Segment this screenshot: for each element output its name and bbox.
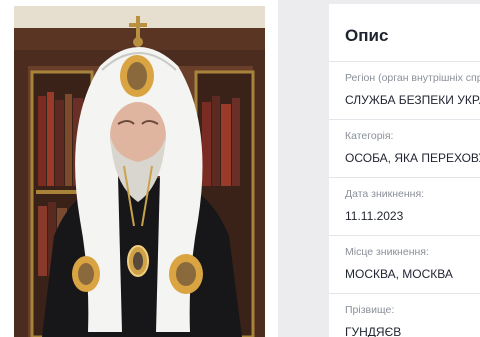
field-label: Дата зникнення: — [345, 188, 425, 200]
field-value: ГУНДЯЄВ — [345, 325, 402, 337]
photo-card — [0, 0, 278, 337]
field-label: Категорія: — [345, 130, 394, 142]
field-value: ОСОБА, ЯКА ПЕРЕХОВУЄТ — [345, 151, 480, 165]
field-disappearance-date: Дата зникнення: 11.11.2023 — [329, 177, 480, 236]
field-surname: Прізвище: ГУНДЯЄВ — [329, 293, 480, 337]
field-label: Прізвище: — [345, 304, 395, 316]
person-photo-illustration — [14, 6, 265, 337]
description-panel: Опис Регіон (орган внутрішніх спра СЛУЖБ… — [329, 4, 480, 337]
field-value: МОСКВА, МОСКВА — [345, 267, 453, 281]
field-disappearance-place: Місце зникнення: МОСКВА, МОСКВА — [329, 235, 480, 294]
field-region: Регіон (орган внутрішніх спра СЛУЖБА БЕЗ… — [329, 61, 480, 120]
field-value: 11.11.2023 — [345, 209, 404, 223]
person-photo[interactable] — [14, 6, 265, 337]
field-category: Категорія: ОСОБА, ЯКА ПЕРЕХОВУЄТ — [329, 119, 480, 178]
field-value: СЛУЖБА БЕЗПЕКИ УКРАЇ — [345, 93, 480, 107]
field-label: Регіон (орган внутрішніх спра — [345, 72, 480, 84]
field-label: Місце зникнення: — [345, 246, 429, 258]
panel-title: Опис — [345, 26, 389, 45]
